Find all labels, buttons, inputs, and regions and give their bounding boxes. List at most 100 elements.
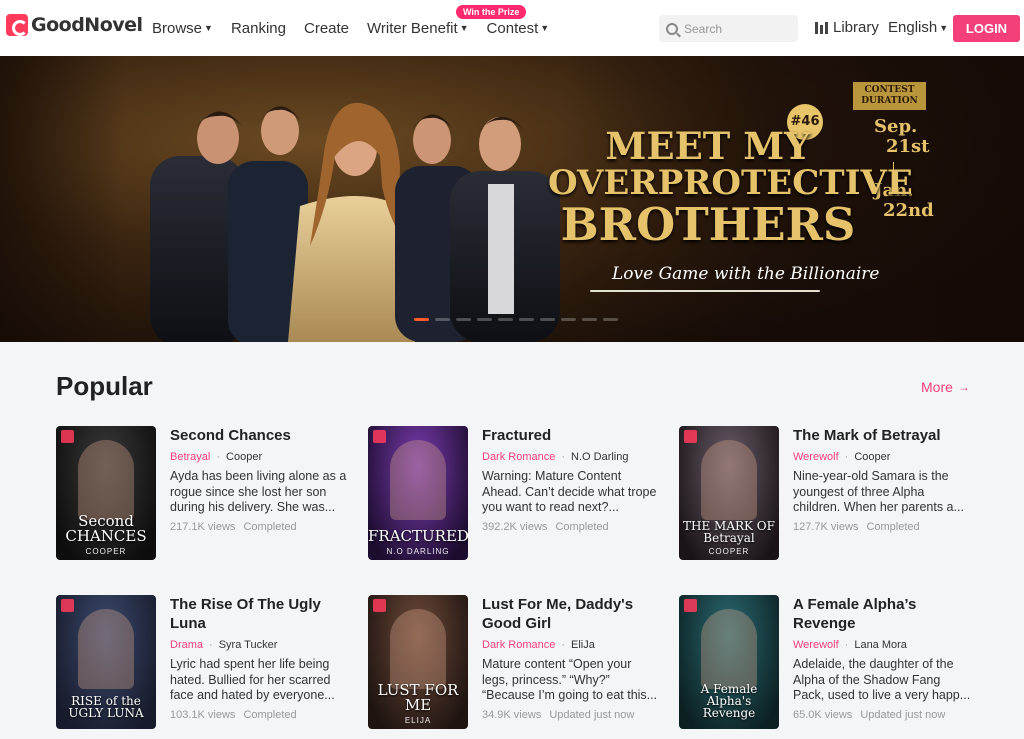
book-genre[interactable]: Betrayal [170,451,210,463]
library-link[interactable]: Library [815,19,879,36]
book-description: Lyric had spent her life being hated. Bu… [170,657,335,702]
cover-author-text: ELIJA [404,716,432,725]
nav-ranking-label: Ranking [230,19,286,37]
book-status: Completed [243,709,297,721]
book-author[interactable]: Syra Tucker [219,639,278,651]
book-cover[interactable]: RISE of the UGLY LUNA [56,595,156,729]
banner-underline [590,290,820,292]
book-views: 103.1K views [170,709,236,721]
nav-browse-label: Browse [152,19,203,37]
carousel-dot[interactable] [456,318,471,321]
book-cover[interactable]: LUST FOR ME ELIJA [368,595,468,729]
book-genre[interactable]: Werewolf [793,451,839,463]
book-description: Warning: Mature Content Ahead. Can’t dec… [482,469,657,514]
nav-create[interactable]: Create [304,20,349,37]
cover-author-text: N.O DARLING [386,547,450,556]
book-views: 34.9K views [482,709,542,721]
book-info: A Female Alpha’s Revenge Werewolf · Lana… [793,595,971,721]
carousel-dot[interactable] [561,318,576,321]
carousel-dot[interactable] [498,318,513,321]
book-card[interactable]: Second CHANCES COOPER Second Chances Bet… [56,426,356,566]
book-description: Nine-year-old Samara is the youngest of … [793,469,964,514]
logo-icon [6,14,28,36]
nav-writer-benefit-label: Writer Benefit [367,19,458,37]
end-day: 22nd [883,200,934,221]
nav-contest[interactable]: Contest ▼ [487,20,550,37]
carousel-dot[interactable] [477,318,492,321]
caret-down-icon: ▼ [459,23,469,33]
cover-figure [78,609,134,689]
carousel-dot[interactable] [582,318,597,321]
carousel-dot[interactable] [435,318,450,321]
book-stats: 392.2K views Completed [482,521,660,533]
cover-title-text: Second CHANCES [65,512,147,545]
book-title[interactable]: The Mark of Betrayal [793,426,971,445]
cover-title-text: A Female Alpha's Revenge [700,682,758,720]
caret-down-icon: ▼ [939,22,949,33]
book-meta: Drama · Syra Tucker [170,639,348,651]
book-meta: Betrayal · Cooper [170,451,348,463]
book-genre[interactable]: Drama [170,639,203,651]
cover-figure [390,609,446,689]
nav-browse[interactable]: Browse ▼ [152,20,213,37]
nav-ranking[interactable]: Ranking [231,20,286,37]
hero-banner[interactable]: CONTEST DURATION Sep. 21st Jan. 22nd #46… [0,56,1024,342]
section-title-popular: Popular [56,371,153,401]
banner-characters-illustration [150,102,560,342]
carousel-dot[interactable] [603,318,618,321]
caret-down-icon: ▼ [204,23,213,33]
book-genre[interactable]: Werewolf [793,639,839,651]
book-card[interactable]: RISE of the UGLY LUNA The Rise Of The Ug… [56,595,356,735]
nav-writer-benefit[interactable]: Writer Benefit ▼ [367,20,469,37]
book-status: Completed [866,521,920,533]
book-card[interactable]: A Female Alpha's Revenge A Female Alpha’… [679,595,979,735]
book-description: Mature content “Open your legs, princess… [482,657,658,702]
book-title[interactable]: Fractured [482,426,660,445]
carousel-dot[interactable] [540,318,555,321]
book-cover[interactable]: THE MARK OF Betrayal COOPER [679,426,779,560]
cover-figure [390,440,446,520]
book-info: The Mark of Betrayal Werewolf · Cooper N… [793,426,971,533]
search-box[interactable] [659,15,798,42]
cover-figure [78,440,134,520]
book-title[interactable]: Second Chances [170,426,348,445]
cover-figure [701,440,757,520]
book-status: Completed [243,521,297,533]
book-cover[interactable]: Second CHANCES COOPER [56,426,156,560]
cover-author-text: COOPER [708,547,750,556]
search-input[interactable] [684,21,784,36]
book-author[interactable]: Cooper [226,451,262,463]
book-card[interactable]: THE MARK OF Betrayal COOPER The Mark of … [679,426,979,566]
book-card[interactable]: FRACTURED N.O DARLING Fractured Dark Rom… [368,426,668,566]
book-views: 392.2K views [482,521,548,533]
language-selector[interactable]: English ▼ [888,19,948,36]
top-nav-bar: GoodNovel Browse ▼ Ranking Create Writer … [0,0,1024,56]
book-title[interactable]: The Rise Of The Ugly Luna [170,595,348,633]
book-stats: 127.7K views Completed [793,521,971,533]
book-card[interactable]: LUST FOR ME ELIJA Lust For Me, Daddy's G… [368,595,668,735]
book-title[interactable]: A Female Alpha’s Revenge [793,595,971,633]
book-author[interactable]: EliJa [571,639,595,651]
more-link[interactable]: More → [921,379,970,395]
book-status: Updated just now [549,709,635,721]
cover-title-text: LUST FOR ME [377,681,459,714]
book-views: 127.7K views [793,521,859,533]
book-author[interactable]: N.O Darling [571,451,628,463]
book-genre[interactable]: Dark Romance [482,639,555,651]
book-author[interactable]: Lana Mora [854,639,907,651]
caret-down-icon: ▼ [540,23,550,33]
book-cover[interactable]: A Female Alpha's Revenge [679,595,779,729]
book-cover[interactable]: FRACTURED N.O DARLING [368,426,468,560]
book-description: Adelaide, the daughter of the Alpha of t… [793,657,971,702]
book-meta: Werewolf · Lana Mora [793,639,971,651]
nav-create-label: Create [304,19,350,37]
book-title[interactable]: Lust For Me, Daddy's Good Girl [482,595,660,633]
meta-separator: · [844,451,849,463]
carousel-dot[interactable] [519,318,534,321]
book-stats: 65.0K views Updated just now [793,709,971,721]
carousel-dot[interactable] [414,318,429,321]
book-genre[interactable]: Dark Romance [482,451,555,463]
login-button[interactable]: LOGIN [953,15,1020,42]
goodnovel-logo[interactable]: GoodNovel [6,14,143,36]
book-author[interactable]: Cooper [854,451,890,463]
